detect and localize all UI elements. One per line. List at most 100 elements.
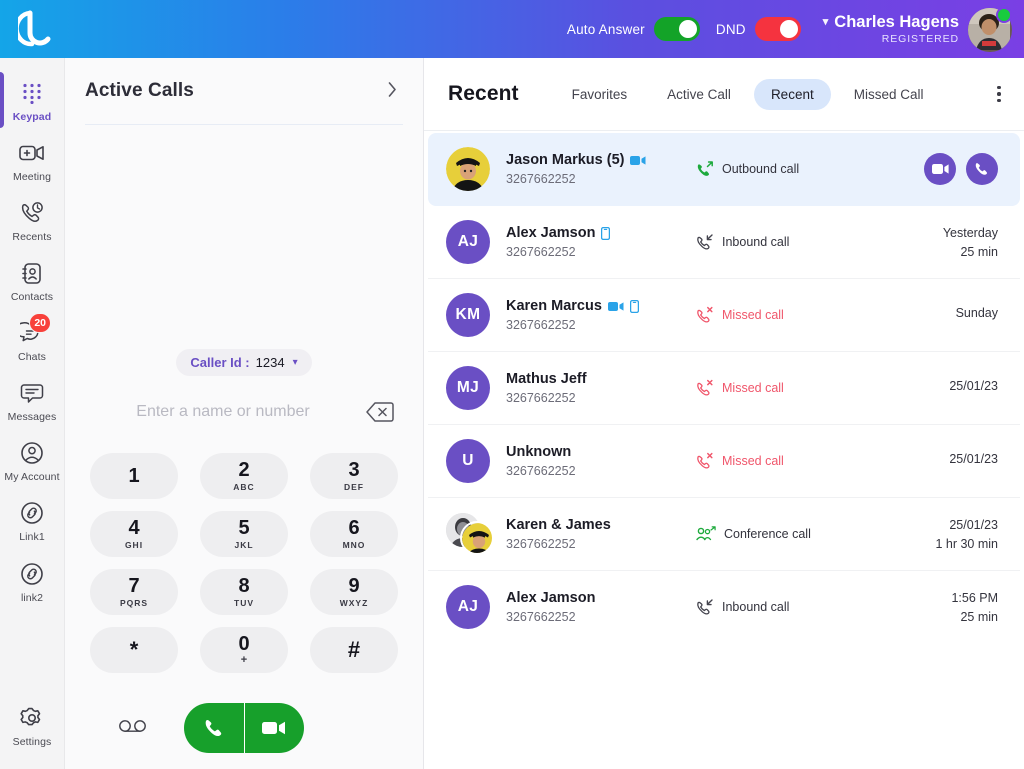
table-row[interactable]: Karen & James 3267662252 Conference call… xyxy=(428,498,1020,571)
dialpad-key-hash[interactable]: # xyxy=(310,627,398,673)
sidebar-item-keypad[interactable]: Keypad xyxy=(0,70,65,130)
dialpad-key-letters: TUV xyxy=(234,598,254,609)
chevron-right-icon[interactable] xyxy=(388,81,397,101)
dialpad-key-2[interactable]: 2 ABC xyxy=(200,453,288,499)
inbound-call-icon xyxy=(696,233,714,251)
dialpad-key-8[interactable]: 8 TUV xyxy=(200,569,288,615)
sidebar-item-recents[interactable]: Recents xyxy=(0,190,65,250)
caller-id-selector[interactable]: Caller Id : 1234 ▾ xyxy=(176,349,312,376)
dialpad-key-3[interactable]: 3 DEF xyxy=(310,453,398,499)
contact-name-row: Alex Jamson xyxy=(506,225,696,241)
chevron-down-icon[interactable]: ▾ xyxy=(823,16,829,29)
search-input[interactable] xyxy=(94,403,352,421)
dialpad-key-digit: 9 xyxy=(348,575,360,598)
presence-online-icon xyxy=(996,7,1012,23)
sidebar-item-settings[interactable]: Settings xyxy=(0,695,65,755)
call-type: Missed call xyxy=(696,306,920,324)
missed-call-icon xyxy=(696,379,714,397)
sidebar-item-label: Settings xyxy=(12,735,52,748)
sidebar-item-label: Messages xyxy=(7,411,57,424)
sidebar-item-my-account[interactable]: My Account xyxy=(0,430,65,490)
audio-call-button[interactable] xyxy=(184,703,244,753)
sidebar-item-link2[interactable]: link2 xyxy=(0,551,65,611)
contact-name-row: Unknown xyxy=(506,444,696,460)
call-type-label: Inbound call xyxy=(722,600,790,614)
sidebar-item-messages[interactable]: Messages xyxy=(0,370,65,430)
page-title: Recent xyxy=(448,82,519,105)
voicemail-icon[interactable] xyxy=(118,718,148,739)
dialpad-key-letters: PQRS xyxy=(119,598,149,609)
dialpad-key-5[interactable]: 5 JKL xyxy=(200,511,288,557)
contact-number: 3267662252 xyxy=(506,318,576,332)
sidebar-item-link1[interactable]: Link1 xyxy=(0,490,65,550)
table-row[interactable]: KM Karen Marcus 3267662252 Missed call S… xyxy=(428,279,1020,352)
recent-panel: Recent Favorites Active Call Recent Miss… xyxy=(424,58,1024,769)
sidebar-item-label: Contacts xyxy=(10,291,54,304)
user-status: REGISTERED xyxy=(881,32,959,45)
left-nav-rail: Keypad Meeting Recents Contacts 20 Chats… xyxy=(0,58,65,769)
dialpad-key-7[interactable]: 7 PQRS xyxy=(90,569,178,615)
contact-info: Karen Marcus 3267662252 xyxy=(506,298,696,332)
call-buttons-group xyxy=(184,703,304,753)
dialpad-key-letters: MNO xyxy=(342,540,366,551)
call-duration: 25 min xyxy=(960,244,998,259)
sidebar-item-meeting[interactable]: Meeting xyxy=(0,130,65,190)
dialpad-key-6[interactable]: 6 MNO xyxy=(310,511,398,557)
chevron-down-icon[interactable]: ▾ xyxy=(293,357,298,368)
brand-logo-icon[interactable] xyxy=(0,9,74,49)
kebab-menu-icon[interactable] xyxy=(988,82,1010,107)
mobile-icon xyxy=(629,299,639,313)
backspace-icon[interactable] xyxy=(366,401,394,423)
video-icon xyxy=(630,155,646,166)
tab-missed-call[interactable]: Missed Call xyxy=(837,79,941,110)
call-meta: Sunday xyxy=(920,306,998,325)
message-lines-icon xyxy=(17,379,47,407)
sidebar-item-label: Recents xyxy=(12,231,52,244)
dnd-toggle[interactable] xyxy=(754,17,801,41)
auto-answer-toggle[interactable] xyxy=(653,17,700,41)
user-circle-icon xyxy=(17,439,47,467)
dialpad-key-4[interactable]: 4 GHI xyxy=(90,511,178,557)
avatar-photo-secondary xyxy=(460,521,494,555)
dialpad-key-0[interactable]: 0 + xyxy=(200,627,288,673)
table-row[interactable]: AJ Alex Jamson 3267662252 xyxy=(428,571,1020,643)
tab-favorites[interactable]: Favorites xyxy=(555,79,645,110)
avatar[interactable] xyxy=(968,7,1012,52)
contact-info: Alex Jamson 3267662252 xyxy=(506,225,696,259)
dnd-label: DND xyxy=(715,21,746,37)
table-row[interactable]: Jason Markus (5) 3267662252 Outbound cal… xyxy=(428,133,1020,206)
missed-call-icon xyxy=(696,306,714,324)
mobile-icon xyxy=(601,226,611,240)
dialpad-key-digit: 6 xyxy=(348,517,360,540)
video-call-button[interactable] xyxy=(243,703,305,753)
tab-recent[interactable]: Recent xyxy=(753,78,831,110)
contact-info: Jason Markus (5) 3267662252 xyxy=(506,152,696,186)
app-window: Auto Answer DND ▾ Charles Hagens REGISTE… xyxy=(0,0,1024,769)
audio-call-button[interactable] xyxy=(966,153,998,185)
table-row[interactable]: AJ Alex Jamson 3267662252 xyxy=(428,206,1020,279)
user-name: Charles Hagens xyxy=(834,12,959,31)
table-row[interactable]: U Unknown 3267662252 Missed call 25/01/2… xyxy=(428,425,1020,498)
tab-active-call[interactable]: Active Call xyxy=(650,79,748,110)
call-type-label: Missed call xyxy=(722,454,784,468)
sidebar-item-contacts[interactable]: Contacts xyxy=(0,250,65,310)
dialpad-key-star[interactable]: * xyxy=(90,627,178,673)
avatar-initials: AJ xyxy=(446,220,490,264)
call-time: Yesterday xyxy=(942,225,998,240)
avatar-photo xyxy=(446,147,490,191)
avatar: KM xyxy=(446,293,490,337)
call-type-label: Missed call xyxy=(722,381,784,395)
dialpad-key-1[interactable]: 1 xyxy=(90,453,178,499)
dialpad-key-digit: 8 xyxy=(238,575,250,598)
dialpad-key-letters: GHI xyxy=(124,540,144,551)
sidebar-item-chats[interactable]: 20 Chats xyxy=(0,310,65,370)
table-row[interactable]: MJ Mathus Jeff 3267662252 Missed call 25… xyxy=(428,352,1020,425)
call-type: Conference call xyxy=(696,526,920,542)
video-call-button[interactable] xyxy=(924,153,956,185)
contact-number: 3267662252 xyxy=(506,537,576,551)
dialpad-key-9[interactable]: 9 WXYZ xyxy=(310,569,398,615)
tab-bar: Favorites Active Call Recent Missed Call xyxy=(555,78,988,110)
call-duration: 1 hr 30 min xyxy=(935,536,998,551)
contact-name: Unknown xyxy=(506,444,572,460)
user-menu[interactable]: ▾ Charles Hagens REGISTERED xyxy=(823,7,1012,52)
